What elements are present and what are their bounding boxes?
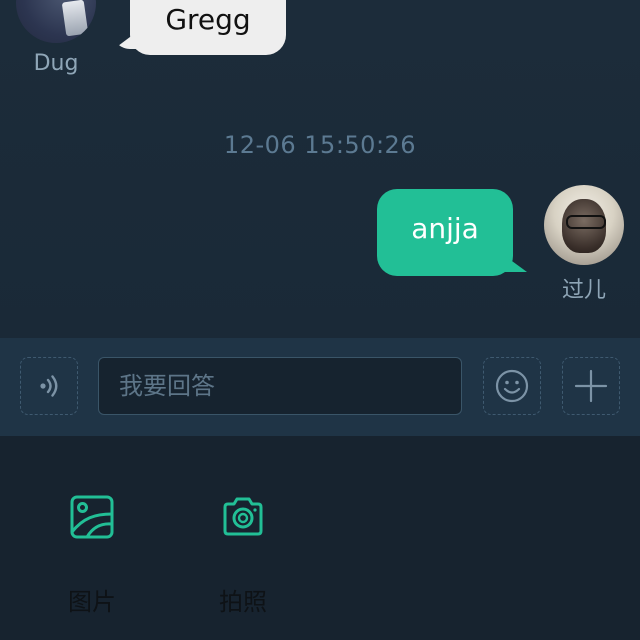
avatar-guoer[interactable] <box>544 185 624 265</box>
sender-name-guoer: 过儿 <box>561 278 606 303</box>
bubble-tail <box>114 31 138 49</box>
input-toolbar <box>0 338 640 436</box>
attach-camera-label: 拍照 <box>219 588 267 616</box>
bubble-tail <box>505 256 527 272</box>
plus-icon <box>574 369 608 403</box>
voice-icon <box>40 375 58 397</box>
attachment-panel: 图片 拍照 <box>0 436 640 640</box>
image-icon <box>70 495 114 539</box>
attach-image-button[interactable]: 图片 <box>37 436 147 640</box>
camera-icon <box>223 497 263 536</box>
chat-screen: Dug Gregg 12-06 15:50:26 anjja 过儿 我要回答 图… <box>0 0 640 640</box>
outgoing-message-bubble[interactable]: anjja <box>377 189 527 276</box>
message-timestamp: 12-06 15:50:26 <box>223 131 417 159</box>
phone-image <box>61 0 89 37</box>
message-text: Gregg <box>165 2 251 36</box>
attach-image-label: 图片 <box>68 588 116 616</box>
reply-input[interactable] <box>98 357 462 415</box>
sender-name-dug: Dug <box>33 51 79 76</box>
message-list[interactable]: Dug Gregg 12-06 15:50:26 anjja 过儿 <box>0 0 640 338</box>
portrait-glasses <box>566 215 606 229</box>
smiley-icon <box>495 369 529 403</box>
voice-button[interactable] <box>20 357 78 415</box>
emoji-button[interactable] <box>483 357 541 415</box>
message-text: anjja <box>411 211 479 245</box>
attach-camera-button[interactable]: 拍照 <box>188 436 298 640</box>
more-button[interactable] <box>562 357 620 415</box>
avatar-dug[interactable] <box>16 0 96 43</box>
incoming-message-bubble[interactable]: Gregg <box>114 0 286 55</box>
